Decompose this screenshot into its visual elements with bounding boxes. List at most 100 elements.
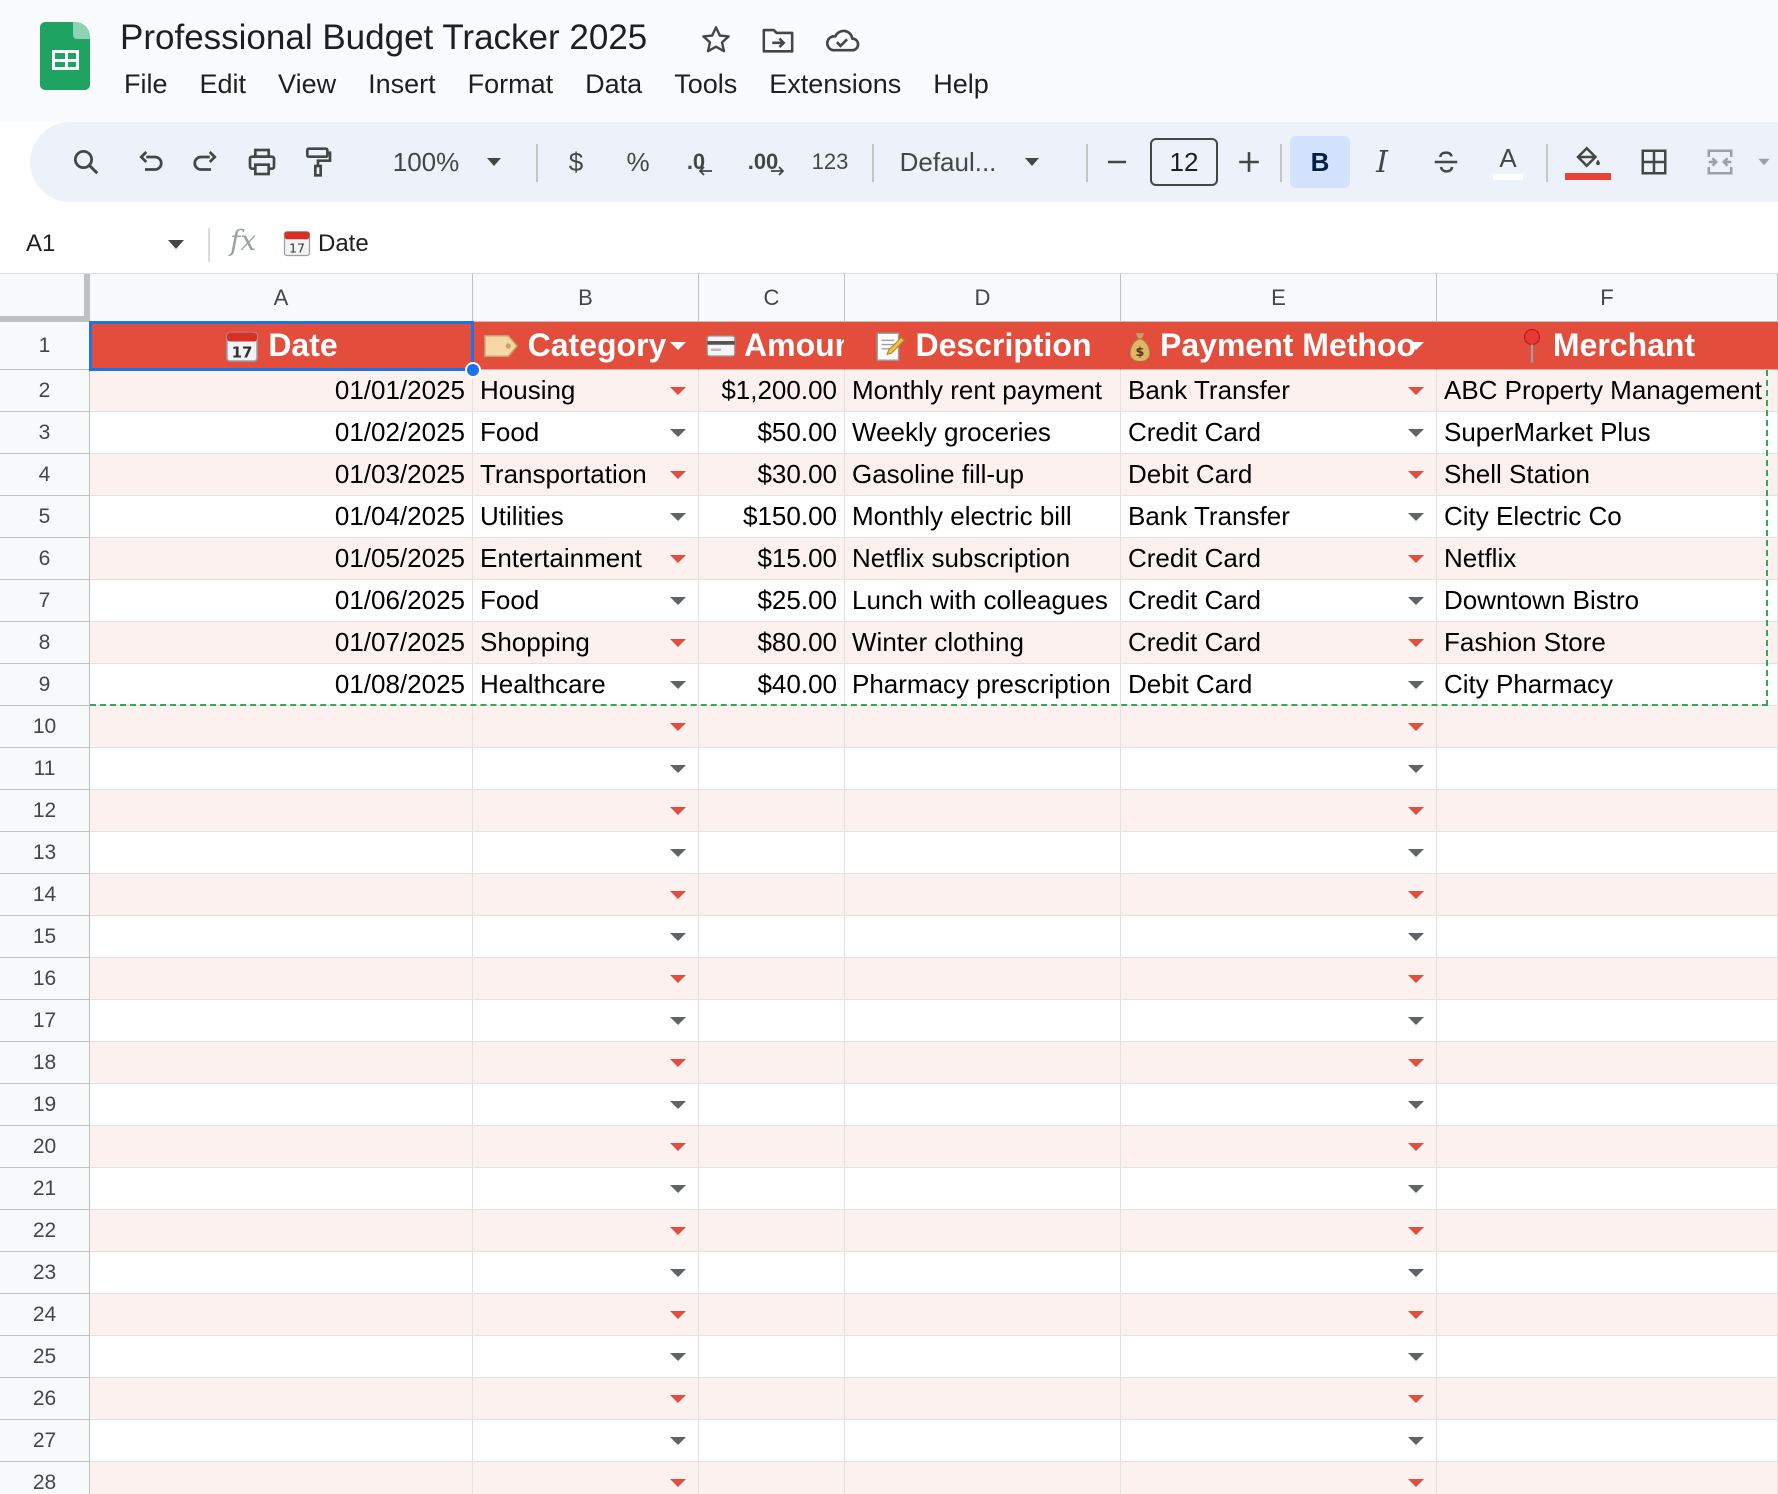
empty-cell-f[interactable] xyxy=(1437,706,1778,748)
cell-d[interactable]: Lunch with colleagues xyxy=(845,580,1121,622)
cell-e[interactable]: Credit Card xyxy=(1121,412,1437,454)
empty-cell-b[interactable] xyxy=(473,1420,699,1462)
empty-cell-b[interactable] xyxy=(473,1210,699,1252)
empty-cell-b[interactable] xyxy=(473,1000,699,1042)
empty-cell-b[interactable] xyxy=(473,790,699,832)
percent-format-button[interactable]: % xyxy=(614,136,662,188)
zoom-dropdown-icon[interactable] xyxy=(482,136,506,188)
empty-cell-c[interactable] xyxy=(699,874,845,916)
empty-cell-d[interactable] xyxy=(845,832,1121,874)
dropdown-chip-icon[interactable] xyxy=(1408,1226,1424,1235)
print-icon[interactable] xyxy=(236,136,288,188)
empty-cell-e[interactable] xyxy=(1121,1210,1437,1252)
empty-cell-d[interactable] xyxy=(845,748,1121,790)
empty-cell-a[interactable] xyxy=(90,1168,473,1210)
empty-cell-d[interactable] xyxy=(845,1042,1121,1084)
empty-cell-f[interactable] xyxy=(1437,1462,1778,1494)
cell-e[interactable]: Debit Card xyxy=(1121,664,1437,706)
empty-cell-b[interactable] xyxy=(473,1294,699,1336)
search-menus-icon[interactable] xyxy=(60,136,112,188)
empty-cell-d[interactable] xyxy=(845,1294,1121,1336)
empty-cell-f[interactable] xyxy=(1437,1210,1778,1252)
menu-help[interactable]: Help xyxy=(917,66,1005,102)
empty-cell-b[interactable] xyxy=(473,1168,699,1210)
empty-cell-e[interactable] xyxy=(1121,874,1437,916)
empty-cell-a[interactable] xyxy=(90,1042,473,1084)
cell-b[interactable]: Entertainment xyxy=(473,538,699,580)
dropdown-chip-icon[interactable] xyxy=(670,1016,686,1025)
dropdown-chip-icon[interactable] xyxy=(1408,1016,1424,1025)
cell-e[interactable]: Credit Card xyxy=(1121,580,1437,622)
empty-cell-c[interactable] xyxy=(699,1000,845,1042)
empty-cell-c[interactable] xyxy=(699,1210,845,1252)
menu-extensions[interactable]: Extensions xyxy=(753,66,917,102)
dropdown-chip-icon[interactable] xyxy=(670,1142,686,1151)
column-header-f[interactable]: F xyxy=(1437,274,1778,322)
empty-cell-a[interactable] xyxy=(90,1210,473,1252)
dropdown-chip-icon[interactable] xyxy=(1408,596,1424,605)
dropdown-chip-icon[interactable] xyxy=(1408,1310,1424,1319)
dropdown-chip-icon[interactable] xyxy=(670,470,686,479)
cell-b[interactable]: Healthcare xyxy=(473,664,699,706)
empty-cell-c[interactable] xyxy=(699,1084,845,1126)
empty-cell-d[interactable] xyxy=(845,1084,1121,1126)
row-header[interactable]: 18 xyxy=(0,1042,90,1084)
redo-icon[interactable] xyxy=(180,136,232,188)
fill-handle[interactable] xyxy=(465,362,481,378)
empty-cell-e[interactable] xyxy=(1121,706,1437,748)
column-header-b[interactable]: B xyxy=(473,274,699,322)
header-cell-b[interactable]: Category xyxy=(473,322,699,370)
undo-icon[interactable] xyxy=(124,136,176,188)
cell-a[interactable]: 01/04/2025 xyxy=(90,496,473,538)
empty-cell-f[interactable] xyxy=(1437,1000,1778,1042)
empty-cell-d[interactable] xyxy=(845,1420,1121,1462)
header-cell-d[interactable]: Description xyxy=(845,322,1121,370)
empty-cell-c[interactable] xyxy=(699,1042,845,1084)
increase-font-size-icon[interactable] xyxy=(1230,136,1268,188)
empty-cell-d[interactable] xyxy=(845,1462,1121,1494)
cell-b[interactable]: Food xyxy=(473,580,699,622)
column-header-e[interactable]: E xyxy=(1121,274,1437,322)
cell-c[interactable]: $40.00 xyxy=(699,664,845,706)
empty-cell-b[interactable] xyxy=(473,1042,699,1084)
empty-cell-b[interactable] xyxy=(473,706,699,748)
empty-cell-d[interactable] xyxy=(845,916,1121,958)
dropdown-chip-icon[interactable] xyxy=(670,974,686,983)
empty-cell-f[interactable] xyxy=(1437,832,1778,874)
row-header[interactable]: 22 xyxy=(0,1210,90,1252)
empty-cell-f[interactable] xyxy=(1437,958,1778,1000)
row-header[interactable]: 2 xyxy=(0,370,90,412)
header-cell-e[interactable]: $ Payment Methoo xyxy=(1121,322,1437,370)
font-family-select[interactable]: Defaul... xyxy=(888,136,1008,188)
empty-cell-e[interactable] xyxy=(1121,1378,1437,1420)
empty-cell-a[interactable] xyxy=(90,1336,473,1378)
empty-cell-f[interactable] xyxy=(1437,916,1778,958)
empty-cell-e[interactable] xyxy=(1121,1168,1437,1210)
empty-cell-d[interactable] xyxy=(845,1126,1121,1168)
select-all-corner[interactable] xyxy=(0,274,90,322)
dropdown-chip-icon[interactable] xyxy=(670,596,686,605)
cell-e[interactable]: Credit Card xyxy=(1121,538,1437,580)
empty-cell-e[interactable] xyxy=(1121,790,1437,832)
empty-cell-e[interactable] xyxy=(1121,748,1437,790)
dropdown-chip-icon[interactable] xyxy=(670,1184,686,1193)
dropdown-chip-icon[interactable] xyxy=(670,722,686,731)
cell-d[interactable]: Gasoline fill-up xyxy=(845,454,1121,496)
cell-d[interactable]: Winter clothing xyxy=(845,622,1121,664)
cell-f[interactable]: Shell Station xyxy=(1437,454,1778,496)
cell-f[interactable]: SuperMarket Plus xyxy=(1437,412,1778,454)
star-icon[interactable] xyxy=(696,20,736,60)
filter-dropdown-icon[interactable] xyxy=(670,341,686,350)
column-header-d[interactable]: D xyxy=(845,274,1121,322)
row-header[interactable]: 27 xyxy=(0,1420,90,1462)
empty-cell-b[interactable] xyxy=(473,916,699,958)
empty-cell-a[interactable] xyxy=(90,1000,473,1042)
empty-cell-f[interactable] xyxy=(1437,1084,1778,1126)
dropdown-chip-icon[interactable] xyxy=(1408,722,1424,731)
empty-cell-a[interactable] xyxy=(90,1126,473,1168)
empty-cell-b[interactable] xyxy=(473,1084,699,1126)
empty-cell-d[interactable] xyxy=(845,1168,1121,1210)
empty-cell-a[interactable] xyxy=(90,1462,473,1494)
cell-d[interactable]: Monthly rent payment xyxy=(845,370,1121,412)
dropdown-chip-icon[interactable] xyxy=(1408,386,1424,395)
